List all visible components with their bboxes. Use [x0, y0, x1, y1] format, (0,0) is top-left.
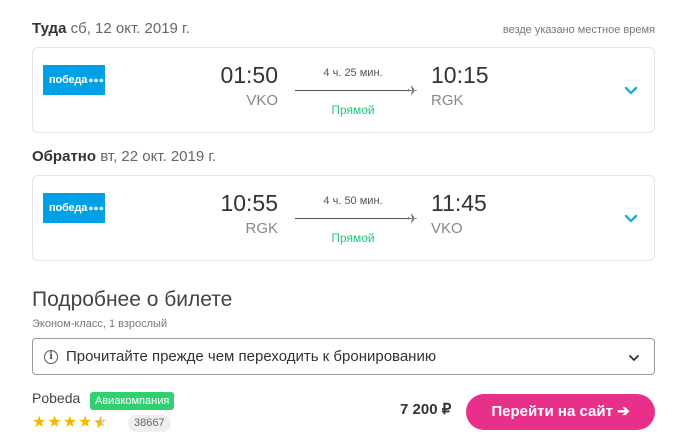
booking-notice-dropdown[interactable]: i Прочитайте прежде чем переходить к бро… [32, 338, 655, 375]
info-icon: i [44, 350, 58, 364]
inbound-heading: Обратно вт, 22 окт. 2019 г. [32, 148, 216, 165]
stops-label: Прямой [331, 231, 375, 245]
stops-label: Прямой [331, 103, 375, 117]
plane-icon: ✈ [407, 83, 418, 98]
plane-icon: ✈ [407, 211, 418, 226]
arrive-airport: VKO [431, 220, 463, 237]
outbound-date: сб, 12 окт. 2019 г. [70, 20, 190, 37]
chevron-down-icon[interactable] [624, 84, 638, 98]
arrive-time: 11:45 [431, 190, 487, 216]
route-line [295, 218, 411, 219]
star-icon: ★ [47, 414, 63, 431]
depart-time: 01:50 [220, 62, 278, 88]
booking-notice-text: Прочитайте прежде чем переходить к брони… [66, 348, 437, 365]
chevron-down-icon [629, 355, 639, 361]
arrive-airport: RGK [431, 92, 464, 109]
inbound-date: вт, 22 окт. 2019 г. [100, 148, 217, 165]
depart-airport: VKO [246, 92, 278, 109]
ticket-class-info: Эконом-класс, 1 взрослый [32, 318, 168, 330]
flight-duration: 4 ч. 50 мин. [323, 195, 383, 207]
ticket-price: 7 200 ₽ [400, 401, 452, 418]
inbound-label: Обратно [32, 148, 97, 165]
pobeda-logo: победа●●● [43, 65, 105, 95]
timezone-note: везде указано местное время [502, 24, 655, 36]
rating-stars: ★★★★★ [32, 413, 109, 433]
reviews-count: 38667 [128, 415, 171, 432]
route-line [295, 90, 411, 91]
ticket-details-title: Подробнее о билете [32, 288, 233, 311]
arrive-time: 10:15 [431, 62, 489, 88]
outbound-flight-card[interactable]: победа●●● 01:50 VKO 4 ч. 25 мин. ✈ Прямо… [32, 47, 655, 133]
chevron-down-icon[interactable] [624, 212, 638, 226]
go-to-site-button[interactable]: Перейти на сайт ➔ [466, 394, 655, 430]
star-half-icon: ★ [93, 414, 108, 431]
outbound-label: Туда [32, 20, 67, 37]
seller-type-badge: Авиакомпания [90, 392, 175, 410]
star-icon: ★ [78, 414, 94, 431]
pobeda-logo: победа●●● [43, 193, 105, 223]
seller-name: Pobeda [32, 390, 81, 406]
flight-duration: 4 ч. 25 мин. [323, 67, 383, 79]
star-icon: ★ [32, 414, 48, 431]
star-icon: ★ [62, 414, 79, 431]
depart-time: 10:55 [220, 190, 278, 216]
outbound-heading: Туда сб, 12 окт. 2019 г. [32, 20, 190, 37]
depart-airport: RGK [245, 220, 278, 237]
inbound-flight-card[interactable]: победа●●● 10:55 RGK 4 ч. 50 мин. ✈ Прямо… [32, 175, 655, 261]
